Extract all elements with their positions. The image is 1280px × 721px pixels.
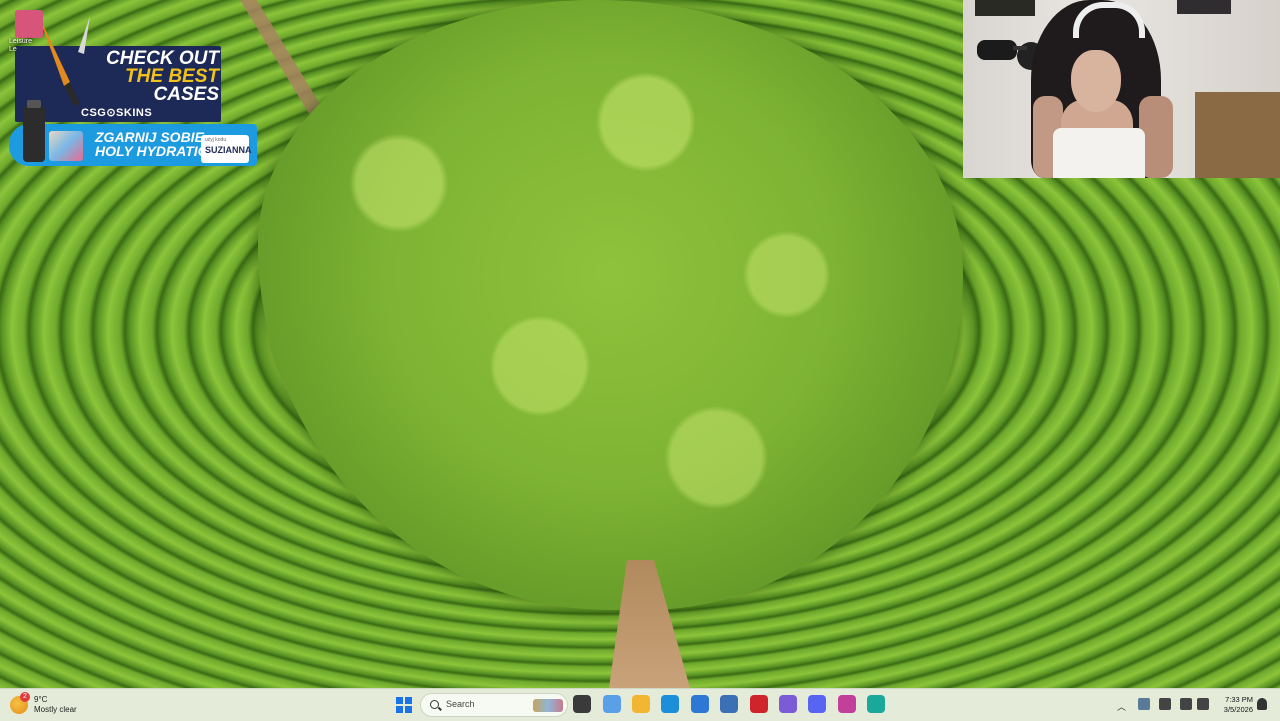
notification-bell-icon[interactable] (1257, 698, 1267, 710)
bottle-icon (23, 100, 45, 162)
windows-logo-icon (396, 706, 403, 713)
clock-date: 3/5/2026 (1223, 705, 1253, 714)
taskbar: 2 9°C Mostly clear Search ︿ 7:33 PM 3/5/… (0, 688, 1280, 721)
opera-icon[interactable] (750, 695, 768, 713)
volume-tray-icon[interactable] (1197, 698, 1209, 710)
weather-desc: Mostly clear (34, 705, 77, 714)
windows-logo-icon (405, 706, 412, 713)
weather-text: 9°C Mostly clear (34, 695, 77, 715)
promo-code: SUZIANNA (205, 145, 252, 155)
windows-logo-icon (405, 697, 412, 704)
taskbar-search[interactable]: Search (420, 693, 568, 717)
ad-brand: CSG⊙SKINS (81, 107, 153, 119)
search-placeholder: Search (446, 699, 475, 709)
ad-headline: CHECK OUT THE BEST CASES (103, 49, 219, 105)
webcam-shelf (1195, 92, 1280, 178)
display-tray-icon[interactable] (1180, 698, 1192, 710)
microphone-tray-icon[interactable] (1159, 698, 1171, 710)
clock[interactable]: 7:33 PM 3/5/2026 (1215, 695, 1253, 715)
webcam-poster (1177, 0, 1231, 14)
avatar (15, 10, 43, 38)
clock-time: 7:33 PM (1225, 695, 1253, 704)
wallpaper-tree (258, 0, 963, 610)
streamer-top (1053, 128, 1145, 178)
terminal-icon[interactable] (867, 695, 885, 713)
discord-icon[interactable] (808, 695, 826, 713)
webcam-poster (975, 0, 1035, 16)
promo-code-caption: użyj kodu (205, 137, 227, 143)
search-highlight-icon (533, 699, 563, 712)
sponsor-ad-overlay: Leisure Le CHECK OUT THE BEST CASES CSG⊙… (5, 4, 257, 166)
weather-widget[interactable]: 2 9°C Mostly clear (10, 692, 77, 718)
copilot-icon[interactable] (603, 695, 621, 713)
file-explorer-icon[interactable] (632, 695, 650, 713)
search-icon (430, 700, 439, 709)
snipping-icon[interactable] (779, 695, 797, 713)
weather-icon: 2 (10, 692, 30, 714)
instagram-icon[interactable] (838, 695, 856, 713)
product-icon (49, 131, 83, 161)
streamer-face (1071, 50, 1121, 112)
app-icon[interactable] (720, 695, 738, 713)
weather-temp: 9°C (34, 695, 48, 704)
weather-badge: 2 (20, 692, 30, 702)
network-tray-icon[interactable] (1138, 698, 1150, 710)
start-button[interactable] (396, 697, 412, 713)
webcam-overlay (963, 0, 1280, 178)
store-icon[interactable] (691, 695, 709, 713)
task-view-icon[interactable] (573, 695, 591, 713)
windows-logo-icon (396, 697, 403, 704)
edge-icon[interactable] (661, 695, 679, 713)
ad-headline-line-3: CASES (153, 84, 219, 105)
avatar-label: Leisure Le (9, 38, 32, 53)
chevron-up-icon[interactable]: ︿ (1117, 700, 1126, 713)
headphones-icon (1073, 2, 1145, 38)
